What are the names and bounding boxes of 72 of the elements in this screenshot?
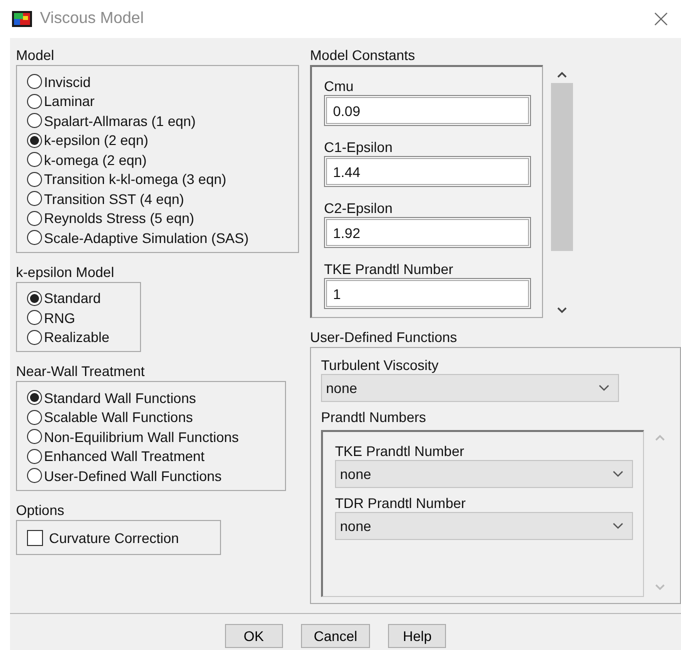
field-label: TKE Prandtl Number <box>324 260 454 278</box>
close-icon[interactable] <box>653 11 669 27</box>
radio-button[interactable] <box>27 132 42 148</box>
radio-button[interactable] <box>27 152 42 168</box>
dropdown[interactable]: none <box>335 460 633 488</box>
radio-label: k-omega (2 eqn) <box>44 152 147 168</box>
radio-button[interactable] <box>27 410 42 425</box>
dropdown[interactable]: none <box>335 512 633 540</box>
input-field[interactable]: 1.44 <box>324 156 531 187</box>
chevron-down-icon <box>612 522 624 530</box>
radio-button[interactable] <box>27 210 42 226</box>
radio-label: Standard Wall Functions <box>44 390 196 406</box>
scroll-down-icon[interactable] <box>556 306 568 314</box>
group-label: Near-Wall Treatment <box>16 362 146 380</box>
radio-button[interactable] <box>27 191 42 206</box>
radio-button[interactable] <box>27 468 42 484</box>
radio-label: k-epsilon (2 eqn) <box>44 132 148 148</box>
radio-label: Non-Equilibrium Wall Functions <box>44 428 239 445</box>
checkbox-label: Curvature Correction <box>49 530 179 546</box>
field-label: C2-Epsilon <box>324 199 394 217</box>
group-label: k-epsilon Model <box>16 262 116 280</box>
scroll-up-icon[interactable] <box>556 71 568 79</box>
group-label: Model Constants <box>310 46 416 64</box>
radio-label: Standard <box>44 290 101 306</box>
radio-button[interactable] <box>27 290 42 306</box>
dialog-button[interactable]: Cancel <box>300 624 370 648</box>
group-label: User-Defined Functions <box>310 328 458 346</box>
radio-label: Transition k-kl-omega (3 eqn) <box>44 171 226 188</box>
app-icon <box>12 11 32 27</box>
window-title: Viscous Model <box>40 10 145 28</box>
radio-label: RNG <box>44 310 76 326</box>
radio-label: Inviscid <box>44 74 91 90</box>
radio-button[interactable] <box>27 172 42 187</box>
radio-label: Enhanced Wall Treatment <box>44 448 205 464</box>
input-field[interactable]: 1.92 <box>324 217 531 248</box>
radio-label: User-Defined Wall Functions <box>44 468 222 484</box>
radio-button[interactable] <box>27 310 42 326</box>
radio-label: Spalart-Allmaras (1 eqn) <box>44 112 196 129</box>
checkbox[interactable] <box>27 530 43 546</box>
radio-button[interactable] <box>27 94 42 109</box>
field-label: C1-Epsilon <box>324 138 394 156</box>
group-label: Model <box>16 46 56 64</box>
group-label: Options <box>16 500 66 518</box>
input-field[interactable]: 1 <box>324 278 531 309</box>
radio-button[interactable] <box>27 330 42 345</box>
radio-label: Scale-Adaptive Simulation (SAS) <box>44 230 249 246</box>
radio-label: Transition SST (4 eqn) <box>44 190 184 207</box>
radio-label: Laminar <box>44 93 95 110</box>
radio-button[interactable] <box>27 113 42 128</box>
chevron-down-icon <box>598 384 610 392</box>
radio-button[interactable] <box>27 390 42 406</box>
dropdown-value: none <box>340 518 372 534</box>
input-field[interactable]: 0.09 <box>324 95 531 126</box>
group-label: Prandtl Numbers <box>321 408 428 426</box>
field-label: TKE Prandtl Number <box>335 442 466 460</box>
dialog-button[interactable]: OK <box>224 624 283 648</box>
scrollbar-thumb[interactable] <box>551 83 573 251</box>
radio-label: Reynolds Stress (5 eqn) <box>44 210 194 226</box>
dropdown[interactable]: none <box>321 374 619 402</box>
field-label: TDR Prandtl Number <box>335 494 467 512</box>
radio-button[interactable] <box>27 230 42 246</box>
radio-button[interactable] <box>27 74 42 90</box>
field-label: Turbulent Viscosity <box>321 356 440 374</box>
radio-label: Scalable Wall Functions <box>44 409 193 426</box>
radio-label: Realizable <box>44 329 110 346</box>
dropdown-value: none <box>326 380 358 396</box>
radio-button[interactable] <box>27 429 42 444</box>
dropdown-value: none <box>340 466 372 482</box>
field-label: Cmu <box>324 77 355 95</box>
chevron-down-icon <box>612 470 624 478</box>
dialog-button[interactable]: Help <box>388 624 446 648</box>
radio-button[interactable] <box>27 448 42 464</box>
